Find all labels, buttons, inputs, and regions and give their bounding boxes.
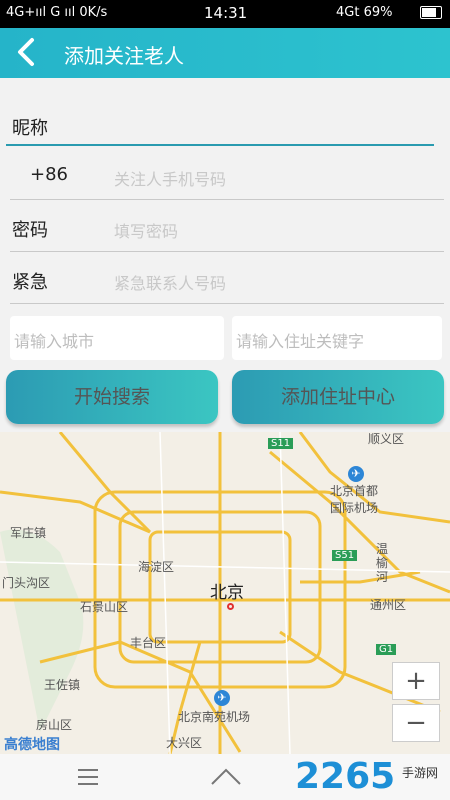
- map-label: 通州区: [370, 598, 407, 612]
- country-code[interactable]: +86: [30, 164, 68, 185]
- highway-badge: S51: [332, 550, 358, 561]
- add-elder-form: 昵称 +86 关注人手机号码 密码 填写密码 紧急 紧急联系人号码 请输入城市 …: [0, 78, 450, 432]
- map-label: 门头沟区: [2, 576, 51, 590]
- clock: 14:31: [204, 4, 248, 22]
- home-icon[interactable]: [210, 764, 242, 788]
- map-label: 石景山区: [80, 600, 129, 614]
- add-address-center-button[interactable]: 添加住址中心: [232, 370, 444, 424]
- map-label: 房山区: [36, 718, 73, 732]
- zoom-in-button[interactable]: +: [392, 662, 440, 700]
- divider: [10, 251, 444, 252]
- map-label: 军庄镇: [10, 526, 47, 540]
- highway-badge: S11: [268, 438, 294, 449]
- signal-status: 4G+ııl G ııl 0K/s: [6, 5, 108, 20]
- back-arrow-icon[interactable]: [10, 34, 46, 70]
- start-search-button[interactable]: 开始搜索: [6, 370, 218, 424]
- password-row: 密码 填写密码: [10, 206, 444, 252]
- airport-icon: ✈: [214, 690, 230, 706]
- map-label: 北京首都 国际机场: [330, 484, 379, 515]
- battery-status: 4Gt 69%: [336, 5, 393, 20]
- airport-icon: ✈: [348, 466, 364, 482]
- menu-icon[interactable]: [76, 768, 100, 786]
- watermark-logo: 2265: [295, 756, 396, 797]
- emergency-label: 紧急: [12, 272, 48, 293]
- password-input[interactable]: 填写密码: [114, 218, 178, 242]
- map-label: 顺义区: [368, 432, 405, 446]
- phone-row: +86 关注人手机号码: [10, 154, 444, 200]
- emergency-input[interactable]: 紧急联系人号码: [114, 270, 226, 294]
- app-header: 添加关注老人: [0, 28, 450, 78]
- map-label: 海淀区: [138, 560, 175, 574]
- city-input[interactable]: 请输入城市: [10, 316, 224, 360]
- map-label: 北京南苑机场: [178, 710, 251, 724]
- divider: [10, 303, 444, 304]
- nickname-underline: [6, 144, 434, 146]
- city-marker-icon: [227, 603, 234, 610]
- battery-icon: [420, 6, 442, 19]
- system-nav-bar: 2265 手游网: [0, 754, 450, 800]
- amap-logo: 高德地图: [4, 737, 60, 753]
- phone-input[interactable]: 关注人手机号码: [114, 166, 226, 190]
- page-title: 添加关注老人: [64, 44, 184, 68]
- address-keyword-input[interactable]: 请输入住址关键字: [232, 316, 442, 360]
- password-label: 密码: [12, 220, 48, 241]
- watermark-text: 手游网: [402, 766, 439, 780]
- nickname-input[interactable]: 昵称: [12, 114, 48, 140]
- map-label: 大兴区: [166, 736, 203, 750]
- map-view[interactable]: 顺义区 北京首都 国际机场 军庄镇 门头沟区 海淀区 石景山区 丰台区 通州区 …: [0, 432, 450, 754]
- map-label: 温榆河: [376, 542, 389, 584]
- map-label: 丰台区: [130, 636, 167, 650]
- emergency-row: 紧急 紧急联系人号码: [10, 258, 444, 304]
- highway-badge: G1: [376, 644, 397, 655]
- zoom-out-button[interactable]: −: [392, 704, 440, 742]
- map-city-label: 北京: [210, 583, 244, 603]
- map-label: 王佐镇: [44, 678, 81, 692]
- divider: [10, 199, 444, 200]
- status-bar: 4G+ııl G ııl 0K/s 14:31 4Gt 69%: [0, 0, 450, 28]
